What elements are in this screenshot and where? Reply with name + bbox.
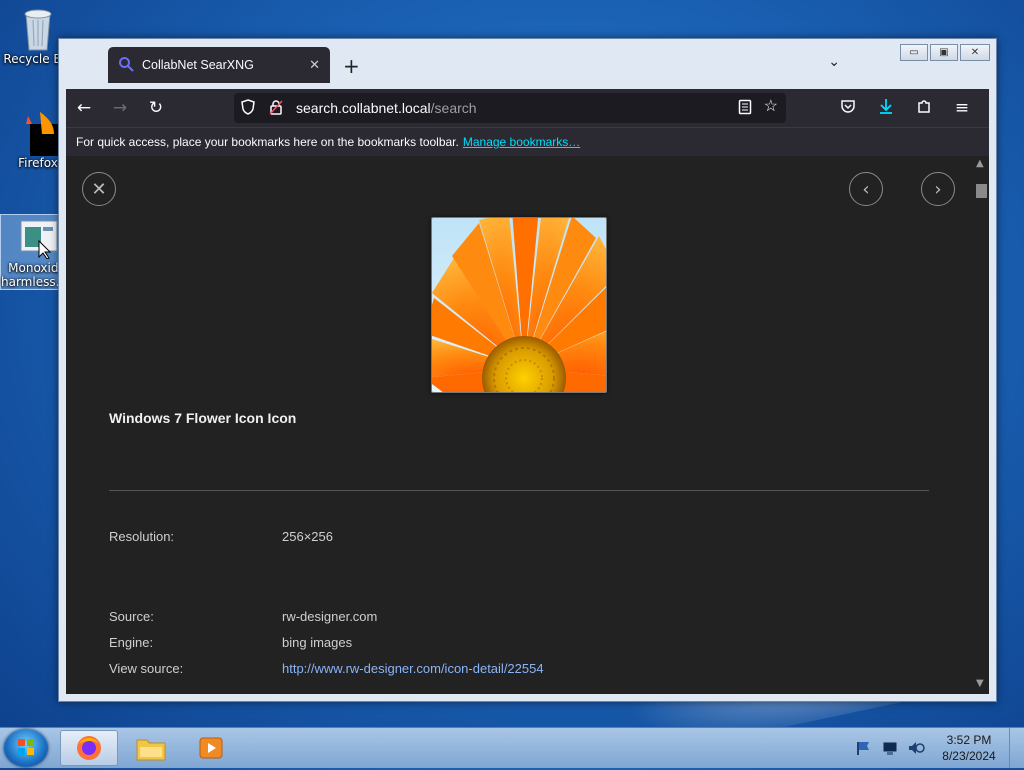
windows-logo-icon <box>18 739 34 755</box>
bookmark-star-icon[interactable]: ☆ <box>764 98 778 118</box>
application-icon <box>17 215 58 260</box>
engine-label: Engine: <box>109 635 154 650</box>
downloads-button[interactable] <box>869 93 903 123</box>
close-detail-button[interactable]: ✕ <box>82 172 116 206</box>
taskbar-firefox[interactable] <box>60 730 118 766</box>
view-source-link[interactable]: http://www.rw-designer.com/icon-detail/2… <box>282 661 544 676</box>
manage-bookmarks-link[interactable]: Manage bookmarks… <box>463 135 580 149</box>
show-desktop-button[interactable] <box>1009 728 1024 768</box>
resolution-value: 256×256 <box>282 529 333 544</box>
pocket-icon <box>840 98 856 119</box>
search-icon <box>118 56 134 75</box>
scroll-down-icon[interactable]: ▼ <box>976 678 984 689</box>
start-button[interactable] <box>4 729 48 767</box>
result-image-preview[interactable] <box>431 217 607 393</box>
arrow-right-icon: → <box>112 98 128 118</box>
tab-collabnet-searxng[interactable]: CollabNet SearXNG ✕ <box>108 47 330 83</box>
page-content: ✕ ‹ › Windows 7 Flower Icon Icon Resolut… <box>66 156 989 694</box>
taskbar-file-explorer[interactable] <box>122 730 180 766</box>
network-icon[interactable] <box>881 740 899 756</box>
firefox-icon <box>77 736 101 760</box>
result-title: Windows 7 Flower Icon Icon <box>109 410 297 426</box>
view-source-label: View source: <box>109 661 184 676</box>
firefox-icon <box>18 110 62 156</box>
scroll-up-icon[interactable]: ▲ <box>976 158 984 169</box>
previous-result-button[interactable]: ‹ <box>849 172 883 206</box>
forward-button[interactable]: → <box>102 93 138 123</box>
recycle-bin-icon <box>18 6 58 51</box>
media-player-icon <box>199 737 223 759</box>
tab-strip: CollabNet SearXNG ✕ + ⌄ <box>65 39 990 89</box>
next-result-button[interactable]: › <box>921 172 955 206</box>
reload-button[interactable]: ↻ <box>138 93 174 123</box>
hamburger-menu-icon: ≡ <box>954 98 970 118</box>
system-clock[interactable]: 3:52 PM 8/23/2024 <box>929 732 1009 764</box>
reader-view-icon[interactable] <box>738 99 752 118</box>
volume-muted-icon[interactable] <box>907 740 925 756</box>
chevron-down-icon[interactable]: ⌄ <box>828 54 840 70</box>
divider <box>109 490 929 491</box>
download-icon <box>878 98 894 119</box>
chevron-right-icon: › <box>934 178 942 200</box>
browser-frame: ← → ↻ search.collabnet.local/search ☆ ≡ … <box>66 89 989 694</box>
navigation-toolbar: ← → ↻ search.collabnet.local/search ☆ ≡ <box>66 89 989 127</box>
taskbar: 3:52 PM 8/23/2024 <box>0 727 1024 768</box>
source-value: rw-designer.com <box>282 609 378 624</box>
clock-date: 8/23/2024 <box>942 749 996 763</box>
puzzle-icon <box>916 98 932 119</box>
menu-button[interactable]: ≡ <box>945 93 979 123</box>
scrollbar-thumb[interactable] <box>976 184 987 198</box>
url-path: /search <box>430 100 477 116</box>
bookmarks-hint-text: For quick access, place your bookmarks h… <box>76 135 459 149</box>
arrow-left-icon: ← <box>76 98 92 118</box>
folder-icon <box>136 739 166 761</box>
insecure-lock-icon[interactable] <box>262 99 290 118</box>
close-icon: ✕ <box>91 178 107 200</box>
shield-icon[interactable] <box>234 98 262 118</box>
clock-time: 3:52 PM <box>946 733 992 747</box>
page-scrollbar[interactable]: ▲ ▼ <box>973 156 989 694</box>
extensions-button[interactable] <box>907 93 941 123</box>
chevron-left-icon: ‹ <box>862 178 870 200</box>
pocket-button[interactable] <box>831 93 865 123</box>
source-label: Source: <box>109 609 154 624</box>
url-host: search.collabnet.local <box>296 100 431 116</box>
bookmarks-toolbar: For quick access, place your bookmarks h… <box>66 127 989 156</box>
engine-value: bing images <box>282 635 353 650</box>
url-bar[interactable]: search.collabnet.local/search ☆ <box>234 93 786 123</box>
url-text: search.collabnet.local/search <box>296 100 477 116</box>
new-tab-button[interactable]: + <box>343 54 360 78</box>
toolbar-right: ≡ <box>831 93 979 123</box>
back-button[interactable]: ← <box>66 93 102 123</box>
resolution-label: Resolution: <box>109 529 175 544</box>
close-tab-icon[interactable]: ✕ <box>309 57 320 73</box>
taskbar-media-player[interactable] <box>182 730 240 766</box>
flower-image <box>432 218 606 392</box>
action-center-flag-icon[interactable] <box>855 740 873 756</box>
reload-icon: ↻ <box>148 98 164 118</box>
firefox-window: ▭ ▣ ✕ CollabNet SearXNG ✕ + ⌄ ← → ↻ sear… <box>58 38 997 702</box>
system-tray: 3:52 PM 8/23/2024 <box>851 728 1024 768</box>
tab-title: CollabNet SearXNG <box>142 58 254 72</box>
